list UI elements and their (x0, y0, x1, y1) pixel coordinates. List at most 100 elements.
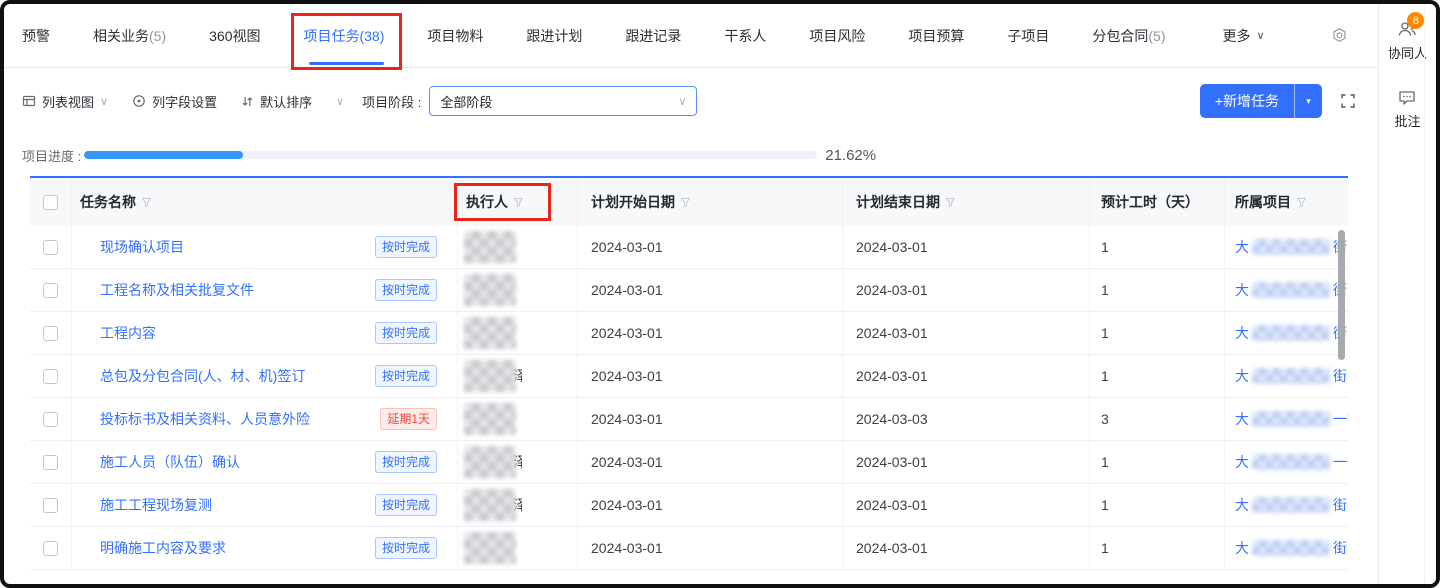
column-settings-button[interactable]: 列字段设置 (132, 92, 217, 111)
project-redacted-blur (1252, 411, 1330, 427)
project-redacted-blur (1252, 368, 1330, 384)
row-checkbox[interactable] (43, 326, 58, 341)
tab-item[interactable]: 项目任务(38) (303, 4, 390, 67)
planned-end-cell: 2024-03-01 (843, 441, 1090, 483)
view-switcher[interactable]: 列表视图 ∨ (22, 92, 108, 111)
executor-redacted-blur (464, 446, 516, 478)
task-name-link[interactable]: 工程名称及相关批复文件 (100, 280, 375, 300)
planned-end-cell: 2024-03-01 (843, 355, 1090, 397)
status-badge: 按时完成 (375, 365, 437, 387)
planned-start-cell: 2024-03-01 (578, 269, 843, 311)
table-scrollbar-thumb[interactable] (1338, 230, 1345, 360)
task-name-link[interactable]: 施工工程现场复测 (100, 495, 375, 515)
tab-label: 360视图 (209, 26, 260, 46)
filter-funnel-icon[interactable] (1296, 197, 1307, 208)
project-redacted-blur (1252, 325, 1330, 341)
tab-label: 干系人 (724, 26, 766, 46)
tab-item[interactable]: 项目预算 (908, 4, 970, 67)
executor-redacted-blur (464, 489, 516, 521)
filter-funnel-icon[interactable] (141, 197, 152, 208)
tab-item[interactable]: 分包合同(5) (1092, 4, 1171, 67)
project-partial-text: 大 (1235, 237, 1249, 257)
sort-button[interactable]: 默认排序 (241, 92, 312, 111)
annotation-box-executor (454, 183, 551, 221)
list-view-icon (22, 94, 36, 108)
tab-settings-button[interactable] (1331, 27, 1348, 44)
project-cell[interactable]: 大 街 (1225, 269, 1348, 311)
comments-label: 批注 (1394, 111, 1420, 130)
tab-item[interactable]: 子项目 (1007, 4, 1055, 67)
header-planned-start: 计划开始日期 (591, 192, 675, 212)
project-partial-text: 街 (1333, 366, 1347, 386)
sort-arrows-icon (241, 95, 254, 108)
row-checkbox[interactable] (43, 541, 58, 556)
project-cell[interactable]: 大 街 (1225, 527, 1348, 569)
task-name-link[interactable]: 施工人员（队伍）确认 (100, 452, 375, 472)
planned-end-cell: 2024-03-01 (843, 226, 1090, 268)
header-estimated-days: 预计工时（天） (1101, 192, 1199, 212)
tab-count: (5) (149, 28, 166, 44)
tab-item[interactable]: 360视图 (209, 4, 266, 67)
project-cell[interactable]: 大 街 (1225, 484, 1348, 526)
tab-item[interactable]: 跟进记录 (625, 4, 687, 67)
project-cell[interactable]: 大 一街 (1225, 441, 1348, 483)
planned-end-cell: 2024-03-01 (843, 269, 1090, 311)
tab-item[interactable]: 相关业务(5) (93, 4, 172, 67)
tab-item[interactable]: 干系人 (724, 4, 772, 67)
project-partial-text: 街 (1333, 495, 1347, 515)
column-settings-icon (132, 94, 146, 108)
add-task-dropdown-button[interactable]: ▾ (1294, 84, 1322, 118)
project-redacted-blur (1252, 239, 1330, 255)
row-checkbox[interactable] (43, 455, 58, 470)
stage-select[interactable]: 全部阶段 ∨ (429, 86, 697, 116)
table-header-row: 任务名称 执行人 计划开始日期 计划结束日期 预计工时（天） (30, 178, 1348, 226)
tab-label: 项目物料 (427, 26, 483, 46)
estimated-days-cell: 1 (1090, 484, 1225, 526)
row-checkbox[interactable] (43, 283, 58, 298)
planned-end-cell: 2024-03-01 (843, 312, 1090, 354)
project-partial-text: 大 (1235, 538, 1249, 558)
task-name-link[interactable]: 投标标书及相关资料、人员意外险 (100, 409, 380, 429)
tab-item[interactable]: 项目物料 (427, 4, 489, 67)
tab-label: 更多 (1223, 26, 1251, 46)
filter-funnel-icon[interactable] (945, 197, 956, 208)
tab-count: (5) (1148, 28, 1165, 44)
task-table: 任务名称 执行人 计划开始日期 计划结束日期 预计工时（天） (30, 176, 1348, 570)
project-cell[interactable]: 大 街 (1225, 312, 1348, 354)
status-badge: 按时完成 (375, 451, 437, 473)
table-row: 总包及分包合同(人、材、机)签订 按时完成 泽 2024-03-01 2024-… (30, 355, 1348, 398)
task-name-link[interactable]: 明确施工内容及要求 (100, 538, 375, 558)
project-cell[interactable]: 大 街 (1225, 226, 1348, 268)
collapse-filter-button[interactable]: ∨ (336, 95, 344, 108)
project-cell[interactable]: 大 一街 (1225, 398, 1348, 440)
main-panel: 预警 相关业务(5) 360视图 项目任务(38) 项目物料 (4, 4, 1378, 584)
tab-item[interactable]: 更多∨ (1223, 4, 1265, 67)
select-all-checkbox[interactable] (43, 195, 58, 210)
toolbar-right: +新增任务 ▾ (1200, 84, 1356, 118)
executor-redacted-blur (464, 231, 516, 263)
add-task-button[interactable]: +新增任务 (1200, 84, 1294, 118)
planned-start-cell: 2024-03-01 (578, 355, 843, 397)
task-name-link[interactable]: 工程内容 (100, 323, 375, 343)
task-name-link[interactable]: 总包及分包合同(人、材、机)签订 (100, 366, 375, 386)
tab-item[interactable]: 预警 (22, 4, 56, 67)
tab-item[interactable]: 项目风险 (809, 4, 871, 67)
row-checkbox[interactable] (43, 369, 58, 384)
tab-bar: 预警 相关业务(5) 360视图 项目任务(38) 项目物料 (4, 4, 1378, 68)
planned-end-cell: 2024-03-03 (843, 398, 1090, 440)
filter-funnel-icon[interactable] (680, 197, 691, 208)
fullscreen-button[interactable] (1340, 93, 1356, 109)
tab-label: 项目风险 (809, 26, 865, 46)
task-name-link[interactable]: 现场确认项目 (100, 237, 375, 257)
comments-button[interactable]: 批注 (1394, 90, 1420, 130)
row-checkbox[interactable] (43, 240, 58, 255)
table-toolbar: 列表视图 ∨ 列字段设置 默认排序 ∨ 项目阶段 : 全部阶段 ∨ +新增任务 (4, 68, 1378, 134)
row-checkbox[interactable] (43, 412, 58, 427)
row-checkbox[interactable] (43, 498, 58, 513)
fullscreen-icon (1340, 93, 1356, 109)
project-cell[interactable]: 大 街 (1225, 355, 1348, 397)
tab-item[interactable]: 跟进计划 (526, 4, 588, 67)
table-row: 投标标书及相关资料、人员意外险 延期1天 2024-03-01 2024-03-… (30, 398, 1348, 441)
tab-label: 相关业务 (93, 26, 149, 46)
collaborators-button[interactable]: 8 协同人 (1388, 20, 1427, 62)
